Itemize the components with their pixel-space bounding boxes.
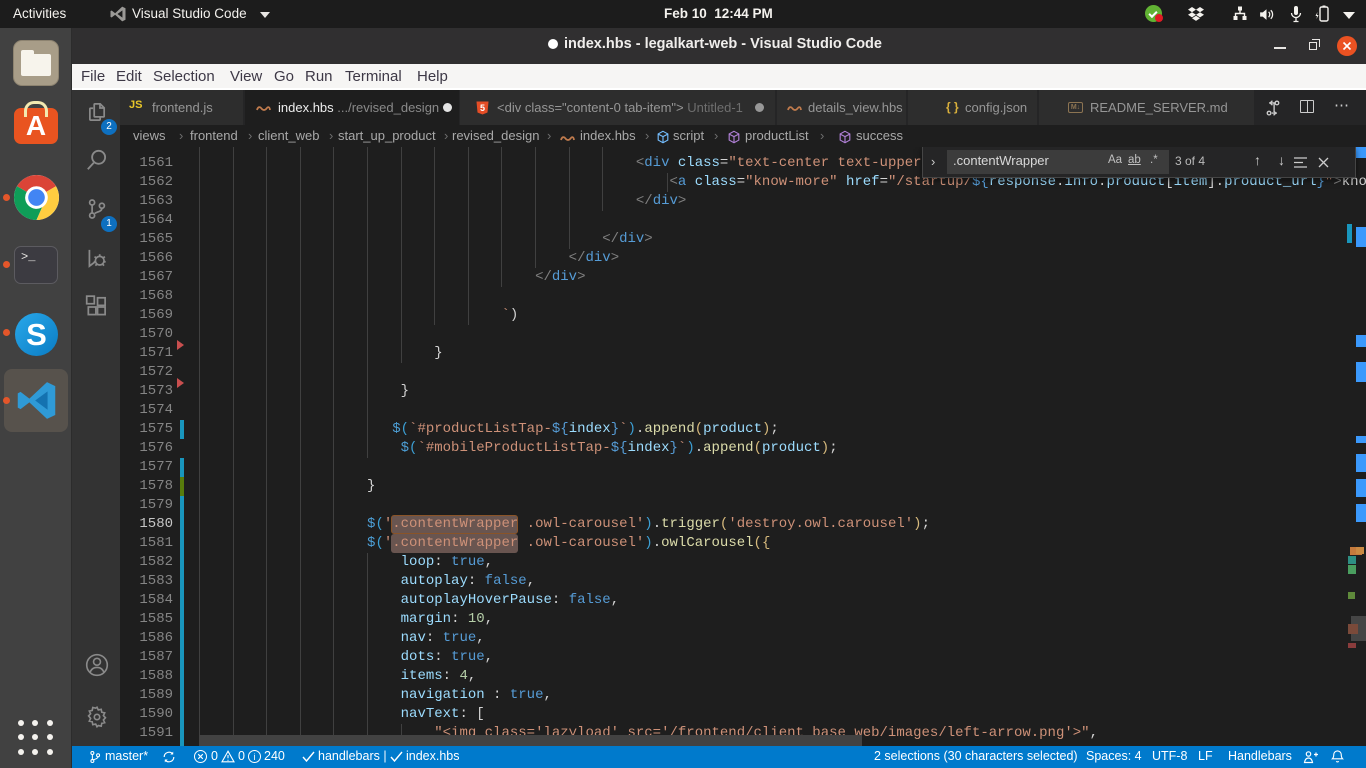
svg-text:5: 5 [480, 103, 485, 113]
